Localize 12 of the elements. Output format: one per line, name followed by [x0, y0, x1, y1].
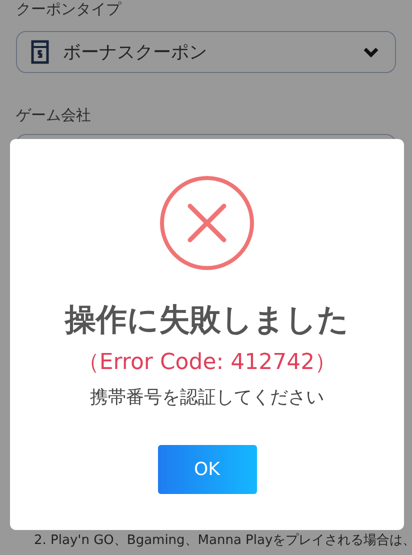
- error-icon: [159, 175, 255, 271]
- dropdown-value: ボーナスクーポン: [63, 41, 208, 64]
- note-text: 2. Play'n GO、Bgaming、Manna Playをプレイされる場合は、: [34, 532, 412, 549]
- field-label: ゲーム会社: [16, 106, 92, 124]
- chevron-down-icon: [363, 46, 379, 58]
- error-code: （Error Code: 412742）: [77, 349, 337, 377]
- coupon-icon: [31, 40, 49, 64]
- dialog-title: 操作に失敗しました: [65, 301, 349, 340]
- coupon-type-dropdown[interactable]: ボーナスクーポン: [16, 31, 396, 73]
- dialog-message: 携帯番号を認証してください: [90, 386, 324, 409]
- field-label: クーポンタイプ: [16, 0, 122, 18]
- ok-button[interactable]: OK: [158, 445, 256, 494]
